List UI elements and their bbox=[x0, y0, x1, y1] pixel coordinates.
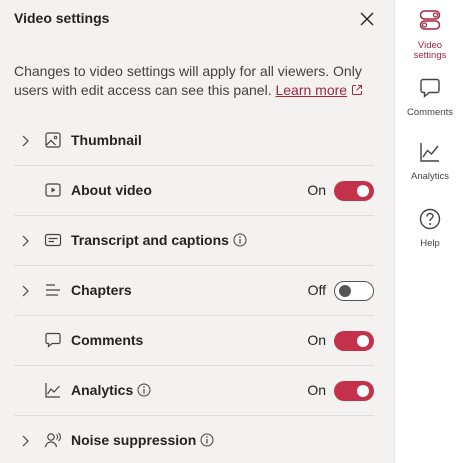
analytics-toggle[interactable] bbox=[334, 381, 374, 401]
rail-label: Comments bbox=[407, 107, 453, 118]
toggle-knob bbox=[339, 284, 351, 297]
analytics-icon bbox=[45, 383, 60, 398]
rail-item-comments[interactable]: Comments bbox=[395, 76, 464, 118]
panel-title: Video settings bbox=[14, 10, 110, 26]
toggle-state-text: On bbox=[307, 182, 326, 198]
noise-suppression-icon bbox=[44, 432, 61, 448]
setting-label: Thumbnail bbox=[71, 132, 142, 148]
video-settings-icon bbox=[419, 10, 441, 30]
rail-item-help[interactable]: Help bbox=[395, 207, 464, 249]
chapters-toggle[interactable] bbox=[334, 281, 374, 301]
setting-row-comments: Comments On bbox=[14, 316, 374, 366]
setting-label: Noise suppression bbox=[71, 432, 214, 448]
setting-label-text: Transcript and captions bbox=[71, 232, 229, 248]
comment-icon bbox=[420, 78, 440, 99]
chevron-right-icon[interactable] bbox=[20, 134, 30, 148]
setting-label: Transcript and captions bbox=[71, 232, 247, 248]
setting-row-chapters[interactable]: Chapters Off bbox=[14, 266, 374, 316]
rail-label: Help bbox=[420, 238, 440, 249]
setting-label-text: Analytics bbox=[71, 382, 134, 398]
chevron-right-icon[interactable] bbox=[20, 284, 30, 298]
info-icon[interactable] bbox=[137, 383, 151, 397]
setting-label: Comments bbox=[71, 332, 144, 348]
setting-label: About video bbox=[71, 182, 152, 198]
analytics-icon bbox=[420, 143, 439, 162]
about-video-toggle[interactable] bbox=[334, 181, 374, 201]
comments-toggle[interactable] bbox=[334, 331, 374, 351]
rail-item-video-settings[interactable]: Video settings bbox=[395, 8, 464, 61]
toggle-state-text: Off bbox=[307, 282, 326, 298]
toggle-state-text: On bbox=[307, 382, 326, 398]
setting-label: Chapters bbox=[71, 282, 132, 298]
setting-label: Analytics bbox=[71, 382, 151, 398]
toggle-knob bbox=[357, 185, 369, 197]
setting-row-about-video: About video On bbox=[14, 166, 374, 216]
chevron-right-icon[interactable] bbox=[20, 234, 30, 248]
setting-row-analytics: Analytics On bbox=[14, 366, 374, 416]
toggle-state-text: On bbox=[307, 332, 326, 348]
external-link-icon bbox=[352, 85, 363, 95]
close-button[interactable] bbox=[356, 8, 378, 30]
info-icon[interactable] bbox=[200, 433, 214, 447]
captions-icon bbox=[44, 233, 62, 247]
panel-description: Changes to video settings will apply for… bbox=[14, 62, 384, 100]
chevron-right-icon[interactable] bbox=[20, 434, 30, 448]
help-icon bbox=[419, 208, 441, 230]
setting-row-noise-suppression[interactable]: Noise suppression bbox=[14, 416, 374, 463]
learn-more-link[interactable]: Learn more bbox=[275, 82, 347, 98]
toggle-knob bbox=[357, 335, 369, 347]
setting-row-thumbnail[interactable]: Thumbnail bbox=[14, 116, 374, 166]
rail-item-analytics[interactable]: Analytics bbox=[395, 140, 464, 182]
chapters-icon bbox=[46, 284, 60, 296]
setting-row-transcript-captions[interactable]: Transcript and captions bbox=[14, 216, 374, 266]
rail-label: Video settings bbox=[413, 40, 447, 61]
comment-icon bbox=[45, 332, 61, 348]
setting-label-text: Noise suppression bbox=[71, 432, 197, 448]
rail-label: Analytics bbox=[410, 171, 449, 182]
toggle-knob bbox=[357, 385, 369, 397]
info-icon[interactable] bbox=[233, 233, 247, 247]
video-settings-panel: Video settings Changes to video settings… bbox=[0, 0, 394, 463]
image-icon bbox=[45, 132, 61, 148]
close-icon bbox=[360, 12, 374, 26]
settings-list: Thumbnail About video On Transcript and … bbox=[14, 116, 374, 463]
play-icon bbox=[45, 183, 61, 197]
side-rail: Video settings Comments Analytics Help bbox=[394, 0, 464, 463]
